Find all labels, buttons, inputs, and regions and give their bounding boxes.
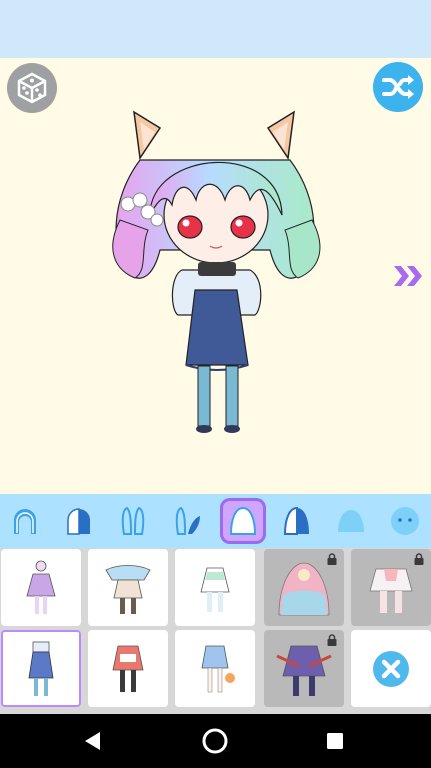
- category-outfit[interactable]: [220, 498, 266, 544]
- hair-back-icon: [67, 508, 90, 535]
- bunny-ears-icon: [121, 506, 145, 535]
- item-outfit-2[interactable]: [88, 549, 168, 626]
- home-circle-icon: [202, 728, 228, 754]
- item-outfit-4[interactable]: [264, 549, 344, 626]
- outfit-thumbnail: [28, 641, 54, 696]
- outfit-thumbnail: [112, 645, 144, 692]
- lock-icon: [327, 553, 337, 565]
- next-character-button[interactable]: [392, 262, 426, 290]
- item-outfit-7[interactable]: [88, 630, 168, 707]
- status-bar: [0, 0, 431, 58]
- item-outfit-3[interactable]: [175, 549, 255, 626]
- double-chevron-right-icon: [394, 266, 422, 286]
- character-illustration: [112, 110, 321, 433]
- category-bar: [0, 494, 431, 548]
- outfit-icon: [229, 506, 257, 535]
- category-outfit-alt[interactable]: [274, 498, 320, 544]
- recents-square-icon: [327, 733, 343, 749]
- category-hair-front[interactable]: [2, 498, 48, 544]
- shuffle-button[interactable]: [373, 62, 423, 112]
- lock-icon: [414, 553, 424, 565]
- category-ears[interactable]: [110, 498, 156, 544]
- item-outfit-8[interactable]: [175, 630, 255, 707]
- outfit-thumbnail: [201, 645, 235, 692]
- random-3d-button[interactable]: [7, 63, 57, 113]
- item-outfit-1[interactable]: [1, 549, 81, 626]
- face-icon: [391, 507, 419, 535]
- back-triangle-icon: [85, 732, 100, 750]
- category-ears-alt[interactable]: [164, 498, 210, 544]
- outfit-thumbnail: [200, 567, 230, 612]
- close-icon: [373, 650, 409, 687]
- item-outfit-6[interactable]: [1, 630, 81, 707]
- system-navigation-bar: [0, 714, 431, 768]
- item-grid: [0, 548, 431, 714]
- body-icon: [338, 510, 364, 532]
- category-body[interactable]: [328, 498, 374, 544]
- lock-icon: [327, 634, 337, 646]
- item-outfit-9[interactable]: [264, 630, 344, 707]
- nav-home-button[interactable]: [200, 726, 230, 756]
- category-face[interactable]: [382, 498, 428, 544]
- outfit-thumbnail: [26, 560, 56, 614]
- outfit-thumbnail: [105, 564, 151, 614]
- bunny-ears-alt-icon: [175, 506, 200, 535]
- nav-back-button[interactable]: [78, 726, 108, 756]
- outfit-alt-icon: [283, 506, 309, 535]
- category-hair-back[interactable]: [56, 498, 102, 544]
- hair-front-icon: [14, 509, 36, 534]
- shuffle-icon: [382, 75, 414, 99]
- item-outfit-5[interactable]: [351, 549, 431, 626]
- remove-item-button[interactable]: [351, 630, 431, 707]
- nav-recents-button[interactable]: [320, 726, 350, 756]
- cube-dice-icon: [17, 72, 47, 104]
